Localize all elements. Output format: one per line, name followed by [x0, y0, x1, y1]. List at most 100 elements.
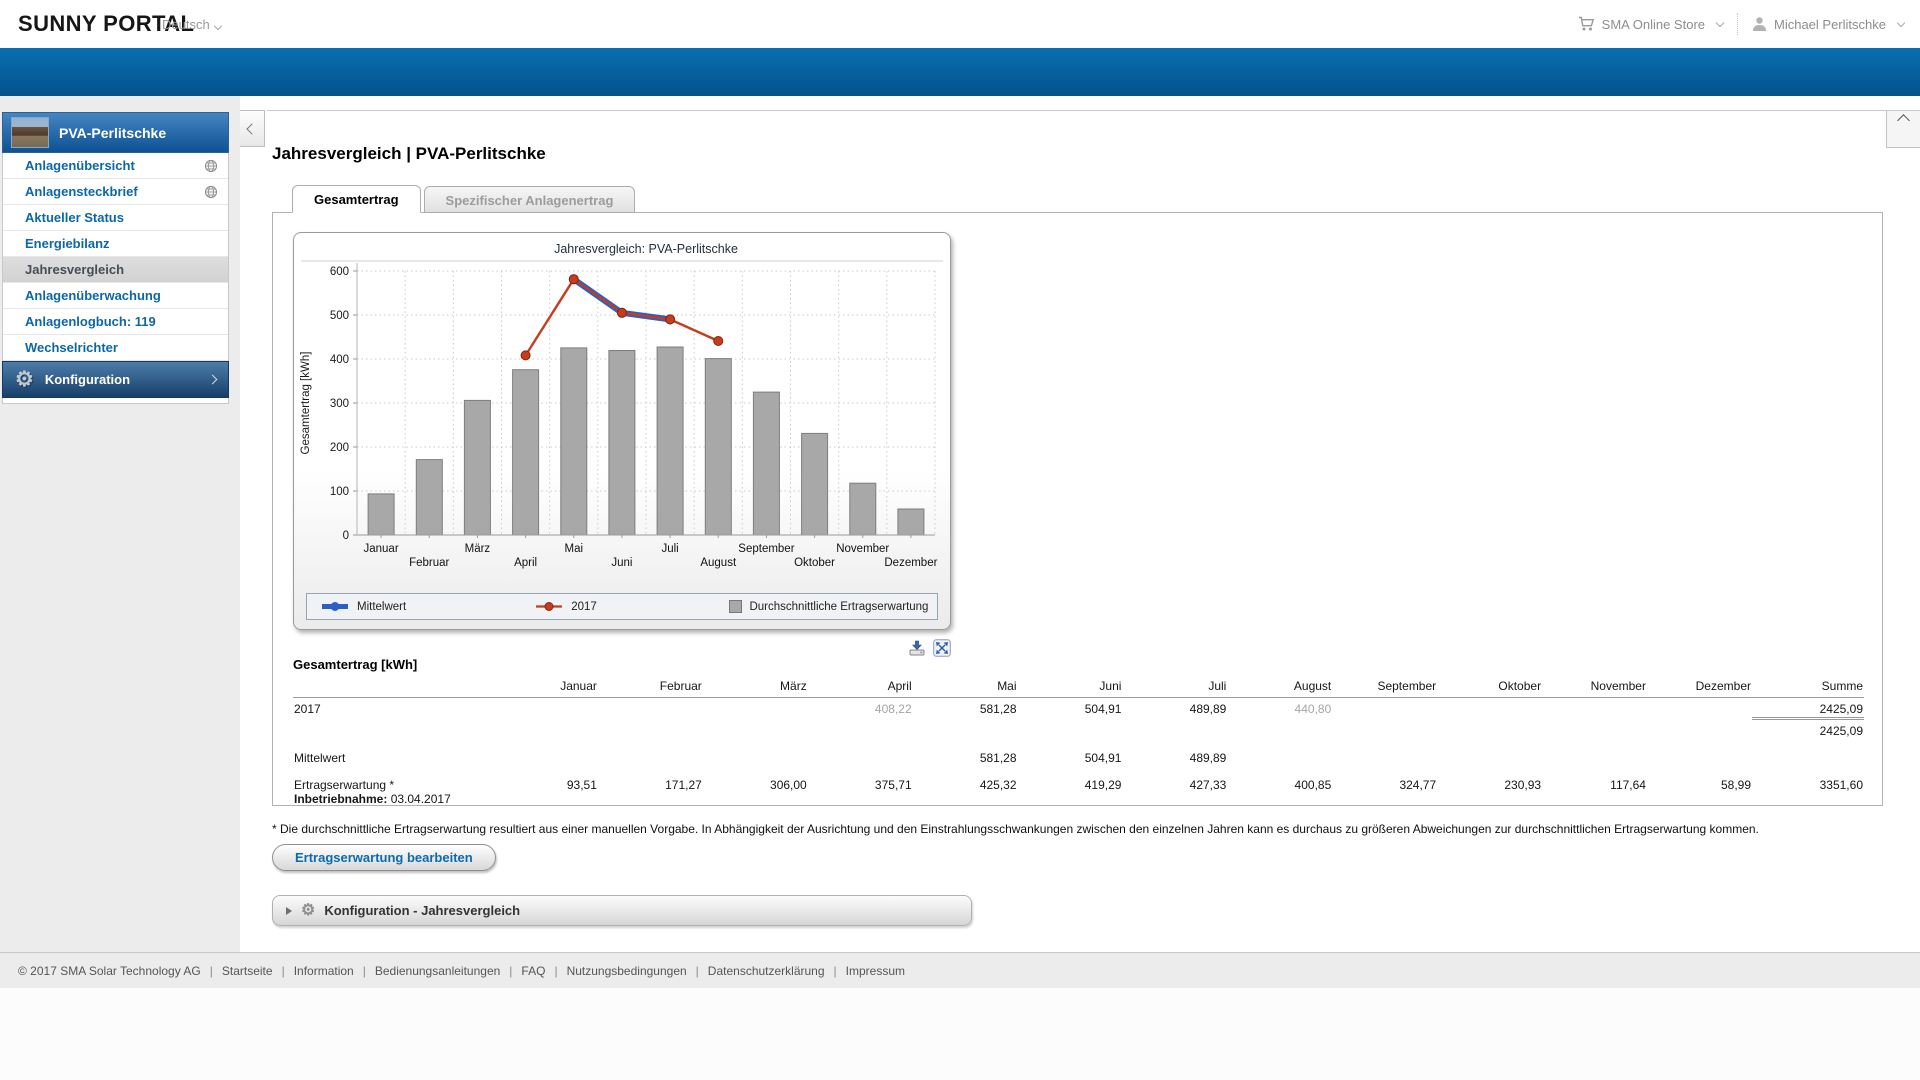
table-cell: 581,28 [913, 747, 1018, 766]
table-cell [1332, 747, 1437, 766]
column-header: Mai [913, 677, 1018, 698]
legend-line-swatch [534, 601, 564, 612]
table-cell: 117,64 [1542, 774, 1647, 807]
table-header-row: JanuarFebruarMärzAprilMaiJuniJuliAugustS… [293, 677, 1864, 698]
footer-link[interactable]: Impressum [846, 964, 905, 978]
top-bar: SUNNY PORTAL Deutsch SMA Online Store Mi… [0, 0, 1920, 48]
store-label: SMA Online Store [1602, 17, 1705, 32]
footer-links: | Startseite | Information | Bedienungsanleit… [201, 964, 905, 978]
svg-text:500: 500 [330, 310, 349, 322]
table-cell: 489,89 [1122, 698, 1227, 719]
tab-spezifischer-anlagenertrag[interactable]: Spezifischer Anlagenertrag [424, 186, 636, 213]
fullscreen-icon[interactable] [933, 639, 951, 657]
sma-online-store-link[interactable]: SMA Online Store [1578, 16, 1723, 32]
page: PVA-Perlitschke AnlagenübersichtAnlagens… [0, 96, 1920, 1080]
column-header: Oktober [1437, 677, 1542, 698]
user-icon [1752, 16, 1767, 32]
copyright: © 2017 SMA Solar Technology AG [18, 964, 201, 978]
top-right-menu: SMA Online Store Michael Perlitschke [1578, 0, 1904, 48]
table-cell [1227, 747, 1332, 766]
column-header: April [808, 677, 913, 698]
legend-label: 2017 [571, 601, 597, 613]
language-selector[interactable]: Deutsch [162, 17, 221, 32]
table-cell: 93,51 [493, 774, 598, 807]
sidebar-item-wechselrichter[interactable]: Wechselrichter [3, 335, 228, 361]
sidebar-item-anlagen-bersicht[interactable]: Anlagenübersicht [3, 153, 228, 179]
legend-entry: Durchschnittliche Ertragserwartung [716, 600, 937, 613]
svg-text:November: November [836, 543, 889, 555]
table-title: Gesamtertrag [kWh] [293, 657, 1864, 672]
main-panel: Jahresvergleich | PVA-Perlitschke Gesamt… [240, 96, 1920, 952]
sidebar-item-label: Anlagenlogbuch: 119 [25, 314, 156, 329]
sidebar-item-anlagen-berwachung[interactable]: Anlagenüberwachung [3, 283, 228, 309]
sidebar-item-anlagenlogbuch-119[interactable]: Anlagenlogbuch: 119 [3, 309, 228, 335]
content-container: Jahresvergleich: PVA-Perlitschke01002003… [272, 212, 1883, 806]
footer-separator: | [509, 964, 512, 978]
table-cell [598, 719, 703, 740]
table-cell: 58,99 [1647, 774, 1752, 807]
table-cell: 504,91 [1018, 747, 1123, 766]
chevron-down-icon [1897, 18, 1905, 26]
table-cell [703, 719, 808, 740]
sidebar-item-jahresvergleich[interactable]: Jahresvergleich [3, 257, 228, 283]
table-cell [808, 719, 913, 740]
table-cell: 3351,60 [1752, 774, 1864, 807]
table-cell [1752, 747, 1864, 766]
svg-text:0: 0 [343, 530, 349, 542]
globe-icon [204, 185, 218, 199]
plant-name: PVA-Perlitschke [59, 125, 166, 141]
gear-outline-icon: ⚙ [301, 903, 315, 919]
table-cell: 2425,09 [1752, 719, 1864, 740]
scroll-top-button[interactable] [1886, 111, 1920, 148]
year-comparison-chart: Jahresvergleich: PVA-Perlitschke01002003… [293, 232, 951, 630]
user-menu[interactable]: Michael Perlitschke [1752, 16, 1904, 32]
table-cell: 306,00 [703, 774, 808, 807]
chevron-right-icon [208, 375, 218, 385]
svg-text:300: 300 [330, 398, 349, 410]
collapse-sidebar-button[interactable] [240, 110, 265, 147]
svg-text:August: August [700, 557, 737, 569]
svg-text:Dezember: Dezember [884, 557, 937, 569]
sidebar-item-anlagensteckbrief[interactable]: Anlagensteckbrief [3, 179, 228, 205]
column-header: November [1542, 677, 1647, 698]
yield-table-section: Gesamtertrag [kWh] JanuarFebruarMärzApri… [293, 657, 1864, 807]
sidebar-item-konfiguration[interactable]: ⚙ Konfiguration [2, 361, 229, 398]
edit-expectation-button[interactable]: Ertragserwartung bearbeiten [272, 844, 496, 871]
row-label: 2017 [293, 698, 493, 719]
footer-link[interactable]: Nutzungsbedingungen [567, 964, 687, 978]
footer-separator: | [554, 964, 557, 978]
row-label: Mittelwert [293, 747, 493, 766]
footer-link[interactable]: Bedienungsanleitungen [375, 964, 500, 978]
yield-table: JanuarFebruarMärzAprilMaiJuniJuliAugustS… [293, 677, 1864, 807]
footer-separator: | [834, 964, 837, 978]
table-row: 2017408,22581,28504,91489,89440,802425,0… [293, 698, 1864, 719]
chart-actions [293, 639, 951, 657]
table-cell [1018, 719, 1123, 740]
footer-link[interactable]: FAQ [521, 964, 545, 978]
table-cell [493, 747, 598, 766]
svg-text:Jahresvergleich: PVA-Perlitsch: Jahresvergleich: PVA-Perlitschke [554, 242, 738, 256]
tab-bar: Gesamtertrag Spezifischer Anlagenertrag [292, 185, 635, 213]
svg-text:Gesamtertrag [kWh]: Gesamtertrag [kWh] [300, 352, 312, 455]
column-header: März [703, 677, 808, 698]
sidebar-footer [2, 398, 229, 404]
config-panel-header[interactable]: ⚙ Konfiguration - Jahresvergleich [272, 895, 972, 926]
sidebar-item-energiebilanz[interactable]: Energiebilanz [3, 231, 228, 257]
table-row: 2425,09 [293, 719, 1864, 740]
table-cell [1647, 698, 1752, 719]
table-cell [1542, 698, 1647, 719]
table-cell: 440,80 [1227, 698, 1332, 719]
plant-header[interactable]: PVA-Perlitschke [2, 112, 229, 153]
footer-link[interactable]: Information [294, 964, 354, 978]
sidebar-item-label: Energiebilanz [25, 236, 110, 251]
table-cell: 489,89 [1122, 747, 1227, 766]
footer-separator: | [363, 964, 366, 978]
sidebar-item-aktueller-status[interactable]: Aktueller Status [3, 205, 228, 231]
tab-gesamtertrag[interactable]: Gesamtertrag [292, 185, 421, 213]
footer-separator: | [282, 964, 285, 978]
footer-link[interactable]: Startseite [222, 964, 273, 978]
column-header: August [1227, 677, 1332, 698]
svg-text:September: September [738, 543, 794, 555]
footer-link[interactable]: Datenschutzerklärung [708, 964, 825, 978]
export-icon[interactable] [908, 639, 926, 657]
